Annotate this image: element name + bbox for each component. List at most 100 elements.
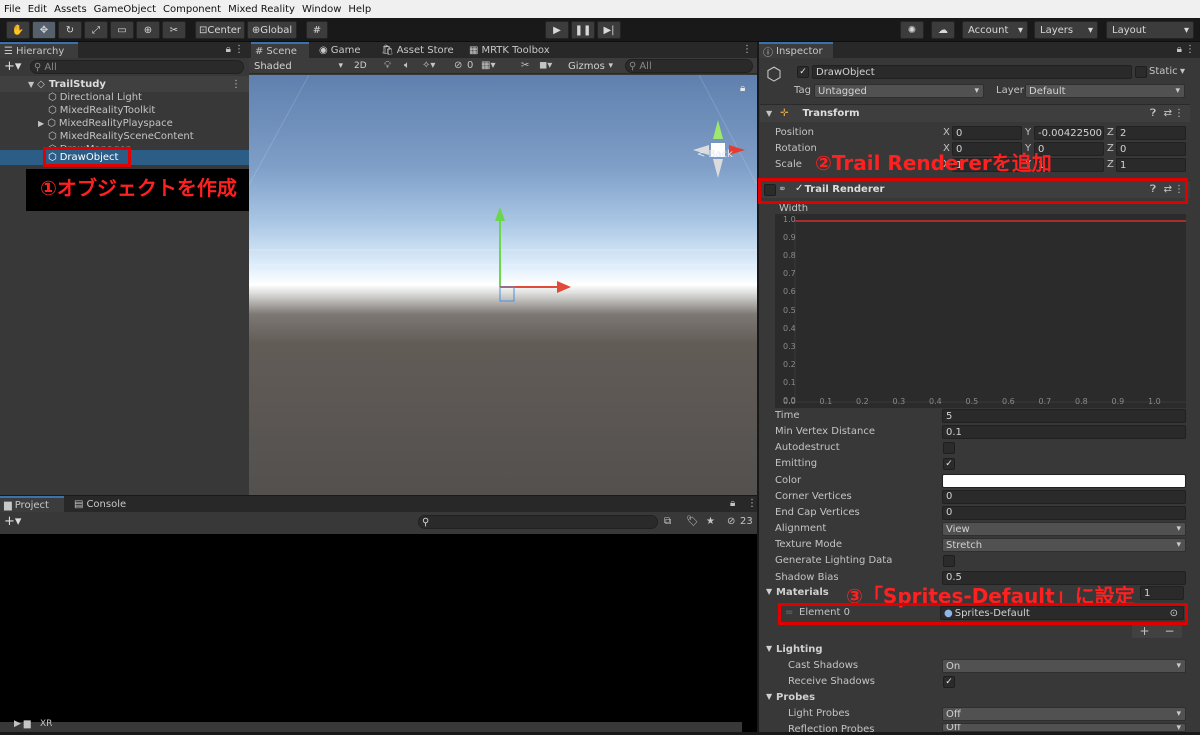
lock-icon[interactable]: 🔒︎ [1177, 44, 1182, 55]
tab-project[interactable]: ▆ Project [0, 496, 64, 512]
label-icon[interactable]: 🏷︎ [686, 516, 699, 527]
grid-toggle-icon[interactable]: ▦▾ [481, 60, 495, 71]
static-checkbox[interactable] [1135, 66, 1147, 78]
help-icon[interactable]: ❓︎ [1150, 108, 1156, 119]
shading-dropdown[interactable]: Shaded [251, 59, 347, 73]
property-dropdown[interactable]: View [942, 522, 1186, 537]
position-x-field[interactable]: 0 [952, 126, 1022, 140]
custom-tool-icon[interactable]: ✂ [162, 21, 186, 39]
menu-help[interactable]: Help [344, 4, 374, 15]
lock-icon[interactable]: 🔒︎ [730, 498, 735, 509]
tab-console[interactable]: ▤ Console [70, 496, 132, 512]
grid-snap-icon[interactable]: # [306, 21, 328, 39]
toggle-2d-button[interactable]: 2D [351, 59, 373, 73]
chevron-down-icon[interactable]: ▾ [1180, 66, 1185, 77]
remove-icon[interactable]: − [1164, 624, 1174, 638]
color-field[interactable] [942, 473, 1186, 488]
gizmos-dropdown[interactable]: Gizmos [565, 59, 617, 73]
position-z-field[interactable]: 2 [1116, 126, 1186, 140]
hierarchy-search-input[interactable]: ⚲ All [30, 60, 244, 74]
property-checkbox[interactable]: ✓ [943, 458, 955, 471]
pivot-center-button[interactable]: ⊡ Center [195, 21, 245, 39]
property-field[interactable]: 0.1 [942, 425, 1186, 440]
menu-mixed-reality[interactable]: Mixed Reality [224, 4, 298, 15]
menu-window[interactable]: Window [298, 4, 344, 15]
preset-icon[interactable]: ⇄ [1164, 108, 1172, 119]
tab-mrtk-toolbox[interactable]: ▦ MRTK Toolbox [465, 42, 557, 58]
light-probes-dropdown[interactable]: Off [942, 707, 1186, 721]
step-button[interactable]: ▶| [597, 21, 621, 39]
tab-hierarchy[interactable]: ☰ Hierarchy [0, 42, 78, 58]
width-curve-editor[interactable]: 1.0 0.9 0.8 0.7 0.6 0.5 0.4 0.3 0.2 0.1 0.0 0.0 0.1… [775, 214, 1186, 408]
lock-icon[interactable]: 🔒︎ [226, 44, 231, 55]
audio-icon[interactable]: 🔈︎ [404, 60, 410, 71]
layers-dropdown[interactable]: Layers ▾ [1034, 21, 1098, 39]
menu-gameobject[interactable]: GameObject [90, 4, 159, 15]
property-dropdown[interactable]: Stretch [942, 538, 1186, 553]
expand-icon[interactable]: ▼ [766, 692, 772, 701]
more-icon[interactable]: ⋮ [231, 79, 241, 90]
transform-tool-icon[interactable]: ⊕ [136, 21, 160, 39]
visibility-icon[interactable]: ⊘ [727, 516, 735, 527]
property-field[interactable]: 0 [942, 505, 1186, 520]
tools-icon[interactable]: ✂ [521, 60, 529, 71]
hand-tool-icon[interactable]: ✋ [6, 21, 30, 39]
object-name-field[interactable]: DrawObject [812, 65, 1132, 79]
tab-asset-store[interactable]: 🛍︎ Asset Store [377, 42, 457, 58]
more-icon[interactable]: ⋮ [747, 498, 757, 509]
lighting-icon[interactable]: 💡︎ [384, 60, 391, 71]
property-field[interactable]: 0 [942, 489, 1186, 504]
more-icon[interactable]: ⋮ [1174, 108, 1184, 119]
visibility-icon[interactable]: ⊘ [454, 60, 462, 71]
tag-dropdown[interactable]: Untagged [814, 84, 984, 98]
account-dropdown[interactable]: Account ▾ [962, 21, 1028, 39]
scene-search-input[interactable]: ⚲ All [625, 59, 753, 73]
tab-inspector[interactable]: ⓘ Inspector [759, 42, 833, 59]
back-button[interactable]: < Back [697, 149, 733, 160]
filter-type-icon[interactable]: ⧉ [664, 516, 671, 527]
move-tool-icon[interactable]: ✥ [32, 21, 56, 39]
play-button[interactable]: ▶ [545, 21, 569, 39]
scale-z-field[interactable]: 1 [1116, 158, 1186, 172]
menu-file[interactable]: File [0, 4, 24, 15]
camera-icon[interactable]: ◼▾ [539, 60, 552, 71]
more-icon[interactable]: ⋮ [234, 44, 244, 55]
expand-icon[interactable]: ▼ [766, 644, 772, 653]
scale-tool-icon[interactable]: ⤢ [84, 21, 108, 39]
materials-count-field[interactable]: 1 [1140, 586, 1184, 600]
menu-assets[interactable]: Assets [50, 4, 90, 15]
more-icon[interactable]: ⋮ [1185, 44, 1195, 55]
cast-shadows-dropdown[interactable]: On [942, 659, 1186, 673]
services-icon[interactable]: ✺ [900, 21, 924, 39]
position-y-field[interactable]: -0.00422500 [1034, 126, 1104, 140]
expand-icon[interactable]: ▶ [38, 119, 44, 128]
scene-viewport[interactable]: < Back 🔒︎ [249, 75, 757, 495]
tab-game[interactable]: ◉ Game [315, 42, 369, 58]
rotate-tool-icon[interactable]: ↻ [58, 21, 82, 39]
rect-tool-icon[interactable]: ▭ [110, 21, 134, 39]
lock-icon[interactable]: 🔒︎ [740, 83, 745, 94]
expand-icon[interactable]: ▼ [766, 587, 772, 596]
property-field[interactable]: 5 [942, 409, 1186, 423]
property-checkbox[interactable] [943, 555, 955, 568]
rotation-z-field[interactable]: 0 [1116, 142, 1186, 156]
star-icon[interactable]: ★ [706, 516, 715, 527]
add-icon[interactable]: +▾ [4, 59, 21, 74]
add-icon[interactable]: +▾ [4, 514, 21, 529]
layout-dropdown[interactable]: Layout ▾ [1106, 21, 1194, 39]
menu-edit[interactable]: Edit [24, 4, 50, 15]
effects-icon[interactable]: ✧▾ [422, 60, 435, 71]
tab-scene[interactable]: # Scene [251, 42, 309, 58]
menu-component[interactable]: Component [159, 4, 224, 15]
project-folder-row[interactable]: ▶ ▆ XR [0, 719, 742, 732]
add-icon[interactable]: + [1139, 624, 1149, 638]
layer-dropdown[interactable]: Default [1025, 84, 1185, 98]
property-checkbox[interactable] [943, 442, 955, 455]
reflection-probes-dropdown[interactable]: Off [942, 723, 1186, 732]
more-icon[interactable]: ⋮ [742, 44, 752, 55]
project-search-input[interactable]: ⚲ [418, 515, 658, 529]
cloud-icon[interactable]: ☁ [931, 21, 955, 39]
receive-shadows-checkbox[interactable]: ✓ [943, 676, 955, 688]
active-checkbox[interactable]: ✓ [797, 66, 809, 78]
space-global-button[interactable]: ⊕ Global [247, 21, 297, 39]
